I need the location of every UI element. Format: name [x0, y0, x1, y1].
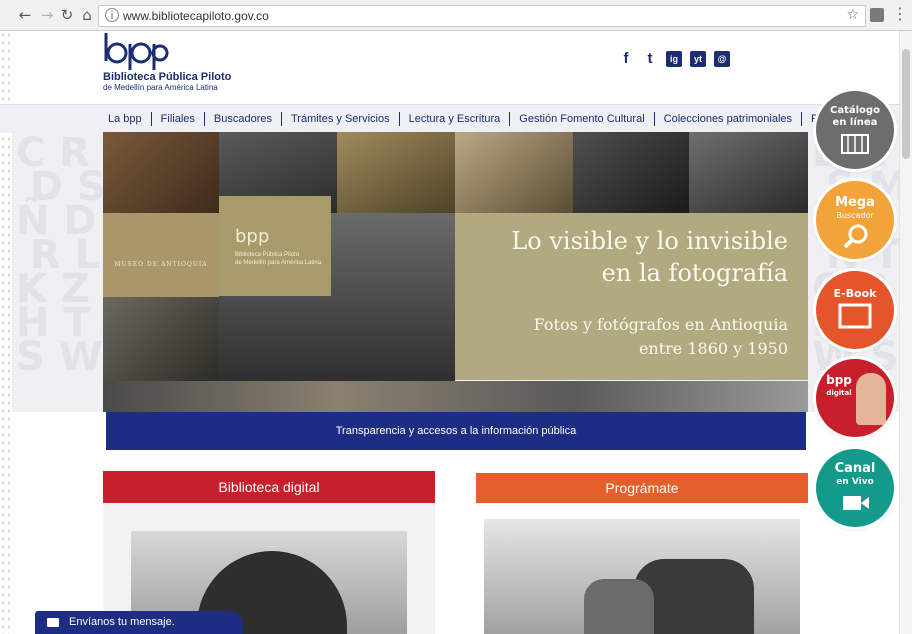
envelope-icon: [47, 618, 59, 627]
catalogo-label: Catálogo: [830, 105, 880, 116]
youtube-icon[interactable]: yt: [690, 51, 706, 67]
chat-widget[interactable]: Envíanos tu mensaje.: [35, 611, 243, 634]
photo-tile: [689, 132, 808, 213]
logo-name: Biblioteca Pública Piloto: [103, 71, 232, 83]
kebab-menu-icon[interactable]: ⋮: [892, 4, 908, 23]
photo-tile: [337, 132, 455, 213]
facebook-icon[interactable]: f: [618, 51, 634, 67]
reload-icon[interactable]: ↻: [58, 6, 76, 24]
digital-reader-icon: [856, 373, 886, 425]
url-text: www.bibliotecapiloto.gov.co: [123, 9, 269, 23]
transparency-link[interactable]: Transparencia y accesos a la información…: [106, 412, 806, 450]
ebook-icon: [838, 303, 872, 329]
photo-tile: [573, 132, 689, 213]
social-links: f t ig yt @: [618, 51, 730, 67]
photo-strip: [103, 381, 808, 412]
scrollbar-thumb[interactable]: [902, 49, 910, 159]
photo-tile: [455, 132, 573, 213]
bpp-digital-button[interactable]: bpp digital: [816, 359, 894, 437]
magnifier-icon: [843, 224, 868, 249]
bpp-digital-sublabel: digital: [826, 389, 852, 397]
main-nav: La bpp Filiales Buscadores Trámites y Se…: [0, 104, 900, 133]
nav-item-tramites[interactable]: Trámites y Servicios: [280, 112, 399, 126]
canal-en-vivo-button[interactable]: Canal en Vivo: [816, 449, 894, 527]
mini-logo-mark: bpp: [235, 226, 270, 247]
chat-label: Envíanos tu mensaje.: [69, 616, 175, 628]
browser-toolbar: ← → ↻ ⌂ i www.bibliotecapiloto.gov.co ☆ …: [0, 0, 912, 31]
books-icon: [841, 134, 869, 154]
programate-image[interactable]: [484, 519, 800, 634]
nav-item-la-bpp[interactable]: La bpp: [108, 112, 151, 126]
logo-mark: [104, 33, 169, 70]
buscador-label: Buscador: [836, 211, 874, 220]
arrow-right-icon[interactable]: →: [38, 6, 56, 24]
photo-tile: [103, 213, 219, 297]
twitter-icon[interactable]: t: [642, 51, 658, 67]
bpp-digital-label: bpp: [826, 373, 852, 387]
address-bar[interactable]: i www.bibliotecapiloto.gov.co ☆: [98, 5, 866, 27]
mega-label: Mega: [835, 195, 875, 210]
museo-caption: MUSEO DE ANTIOQUIA: [114, 261, 208, 268]
hero-text-panel: Lo visible y lo invisible en la fotograf…: [455, 213, 808, 380]
en-vivo-label: en Vivo: [836, 477, 874, 487]
nav-item-lectura[interactable]: Lectura y Escritura: [398, 112, 510, 126]
catalogo-sublabel: en línea: [832, 117, 878, 128]
section-biblioteca-digital[interactable]: Biblioteca digital: [103, 471, 435, 503]
mega-buscador-button[interactable]: Mega Buscador: [816, 181, 894, 259]
page-scrollbar[interactable]: [899, 31, 912, 634]
hero-subtitle: Fotos y fotógrafos en Antioquia entre 18…: [533, 315, 788, 358]
logo-subtitle: de Medellín para América Latina: [103, 83, 218, 92]
section-programate[interactable]: Prográmate: [476, 473, 808, 503]
photo-tile: [103, 132, 219, 213]
nav-item-filiales[interactable]: Filiales: [150, 112, 204, 126]
catalogo-en-linea-button[interactable]: Catálogo en línea: [816, 91, 894, 169]
hero-title: Lo visible y lo invisible en la fotograf…: [511, 227, 788, 287]
email-icon[interactable]: @: [714, 51, 730, 67]
nav-item-gestion[interactable]: Gestión Fomento Cultural: [509, 112, 653, 126]
arrow-left-icon[interactable]: ←: [16, 6, 34, 24]
info-icon[interactable]: i: [105, 8, 119, 22]
mini-logo-sub: de Medellín para América Latina: [235, 260, 322, 266]
home-icon[interactable]: ⌂: [78, 6, 96, 24]
photo-tile: [103, 297, 219, 381]
canal-label: Canal: [834, 461, 876, 476]
extension-icon[interactable]: [870, 8, 884, 22]
instagram-icon[interactable]: ig: [666, 51, 682, 67]
video-camera-icon: [843, 496, 869, 510]
nav-item-colecciones[interactable]: Colecciones patrimoniales: [653, 112, 801, 126]
nav-item-buscadores[interactable]: Buscadores: [203, 112, 281, 126]
ebook-button[interactable]: E-Book: [816, 271, 894, 349]
mini-logo-name: Biblioteca Pública Piloto: [235, 252, 300, 258]
webpage: Biblioteca Pública Piloto de Medellín pa…: [0, 31, 912, 634]
ebook-label: E-Book: [833, 287, 877, 300]
mini-logo-tile: bpp Biblioteca Pública Piloto de Medellí…: [219, 196, 331, 296]
site-logo[interactable]: Biblioteca Pública Piloto de Medellín pa…: [103, 31, 243, 97]
star-icon[interactable]: ☆: [846, 7, 859, 23]
